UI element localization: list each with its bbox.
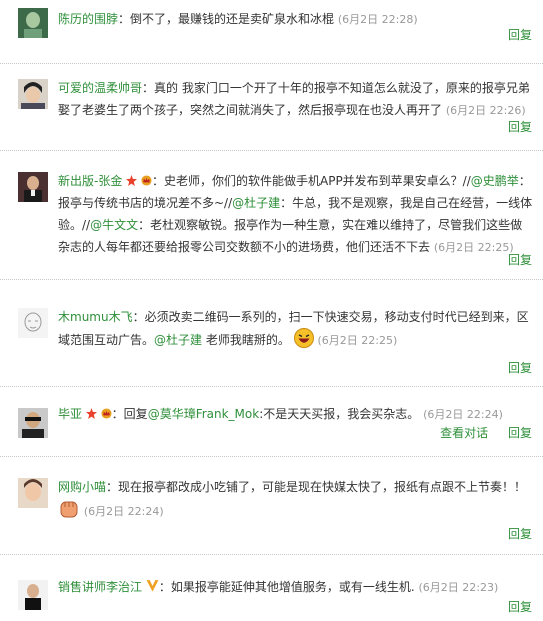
reply-button[interactable]: 回复 xyxy=(508,120,532,134)
comment-time: (6月2日 22:28) xyxy=(337,13,418,26)
comment-actions: 回复 xyxy=(492,118,532,135)
comment-content: 木mumu木飞：必须改卖二维码一系列的，扫一下快速交易，移动支付时代已经到来，区… xyxy=(58,306,533,352)
reply-button[interactable]: 回复 xyxy=(508,28,532,42)
avatar[interactable] xyxy=(18,172,48,202)
comment-time: (6月2日 22:23) xyxy=(418,581,499,594)
comment-item: 木mumu木飞：必须改卖二维码一系列的，扫一下快速交易，移动支付时代已经到来，区… xyxy=(0,281,543,387)
star-badge-icon xyxy=(85,408,97,419)
comment-item: 网购小喵：现在报亭都改成小吃铺了，可能是现在快媒太快了，报纸有点跟不上节奏！！ … xyxy=(0,458,543,555)
mention-link[interactable]: @牛文文 xyxy=(90,218,138,232)
verified-v-icon xyxy=(146,580,159,592)
portrait-icon xyxy=(18,79,48,109)
comment-author-link[interactable]: 网购小喵 xyxy=(58,480,106,494)
comment-time: (6月2日 22:25) xyxy=(317,334,398,347)
comment-item: 毕亚 ：回复@莫华璋Frank_Mok:不是天天买报，我会买杂志。 (6月2日 … xyxy=(0,388,543,457)
reply-button[interactable]: 回复 xyxy=(508,527,532,541)
comment-text: ：倒不了，最赚钱的还是卖矿泉水和冰棍 xyxy=(118,12,335,26)
comment-author-link[interactable]: 陈历的围脖 xyxy=(58,12,118,26)
comment-item: 可爱的温柔帅哥：真的 我家门口一个开了十年的报亭不知道怎么就没了，原来的报亭兄弟… xyxy=(0,65,543,151)
comment-content: 新出版-张金 ：史老师，你们的软件能做手机APP并发布到苹果安卓么？//@史鹏举… xyxy=(58,170,533,259)
comment-time: (6月2日 22:24) xyxy=(83,505,164,518)
comment-item: 新出版-张金 ：史老师，你们的软件能做手机APP并发布到苹果安卓么？//@史鹏举… xyxy=(0,152,543,280)
comment-author-link[interactable]: 新出版-张金 xyxy=(58,174,122,188)
view-thread-link[interactable]: 查看对话 xyxy=(440,426,488,440)
portrait-icon xyxy=(18,172,48,202)
comment-content: 陈历的围脖：倒不了，最赚钱的还是卖矿泉水和冰棍 (6月2日 22:28) xyxy=(58,8,533,31)
portrait-icon xyxy=(18,478,48,508)
avatar[interactable] xyxy=(18,478,48,508)
comment-text: 老师我瞎掰的。 xyxy=(202,333,290,347)
comment-actions: 回复 xyxy=(492,598,532,615)
reply-button[interactable]: 回复 xyxy=(508,600,532,614)
reply-button[interactable]: 回复 xyxy=(508,361,532,375)
comment-text: ：回复 xyxy=(111,407,148,421)
crown-badge-icon xyxy=(141,175,152,186)
comment-content: 销售讲师李治江 ：如果报亭能延伸其他增值服务，或有一线生机. (6月2日 22:… xyxy=(58,576,533,599)
comment-text: :不是天天买报，我会买杂志。 xyxy=(259,407,420,421)
comment-text: ：如果报亭能延伸其他增值服务，或有一线生机. xyxy=(158,580,415,594)
sketch-icon xyxy=(18,308,48,338)
comment-author-link[interactable]: 木mumu木飞 xyxy=(58,310,133,324)
crown-badge-icon xyxy=(101,408,112,419)
avatar[interactable] xyxy=(18,580,48,610)
avatar[interactable] xyxy=(18,408,48,438)
mention-link[interactable]: @杜子建 xyxy=(154,333,202,347)
mention-link[interactable]: @杜子建 xyxy=(232,196,280,210)
fist-emoji-icon xyxy=(60,501,78,518)
comment-content: 毕亚 ：回复@莫华璋Frank_Mok:不是天天买报，我会买杂志。 (6月2日 … xyxy=(58,403,533,426)
avatar[interactable] xyxy=(18,308,48,338)
mention-link[interactable]: @莫华璋Frank_Mok xyxy=(148,407,260,421)
comment-content: 网购小喵：现在报亭都改成小吃铺了，可能是现在快媒太快了，报纸有点跟不上节奏！！ … xyxy=(58,476,533,523)
avatar[interactable] xyxy=(18,8,48,38)
portrait-icon xyxy=(18,580,48,610)
comment-actions: 回复 xyxy=(492,251,532,268)
portrait-icon xyxy=(18,408,48,438)
reply-button[interactable]: 回复 xyxy=(508,253,532,267)
comment-actions: 回复 xyxy=(492,26,532,43)
comment-author-link[interactable]: 毕亚 xyxy=(58,407,82,421)
laughing-emoji-icon xyxy=(293,328,314,348)
star-badge-icon xyxy=(126,175,138,186)
portrait-icon xyxy=(18,8,48,38)
avatar[interactable] xyxy=(18,79,48,109)
mention-link[interactable]: @史鹏举 xyxy=(471,174,519,188)
comment-text: ：现在报亭都改成小吃铺了，可能是现在快媒太快了，报纸有点跟不上节奏！！ xyxy=(106,480,527,494)
comment-actions: 回复 xyxy=(492,525,532,542)
comment-author-link[interactable]: 可爱的温柔帅哥 xyxy=(58,81,142,95)
comment-actions: 查看对话 回复 xyxy=(424,424,532,441)
comment-author-link[interactable]: 销售讲师李治江 xyxy=(58,580,142,594)
comment-text: ：史老师，你们的软件能做手机APP并发布到苹果安卓么？// xyxy=(152,174,471,188)
comment-item: 陈历的围脖：倒不了，最赚钱的还是卖矿泉水和冰棍 (6月2日 22:28) 回复 xyxy=(0,0,543,64)
comment-content: 可爱的温柔帅哥：真的 我家门口一个开了十年的报亭不知道怎么就没了，原来的报亭兄弟… xyxy=(58,77,533,122)
comment-item: 销售讲师李治江 ：如果报亭能延伸其他增值服务，或有一线生机. (6月2日 22:… xyxy=(0,556,543,621)
comment-time: (6月2日 22:24) xyxy=(423,408,503,421)
comment-actions: 回复 xyxy=(492,359,532,376)
comment-time: (6月2日 22:26) xyxy=(445,104,526,117)
reply-button[interactable]: 回复 xyxy=(508,426,532,440)
